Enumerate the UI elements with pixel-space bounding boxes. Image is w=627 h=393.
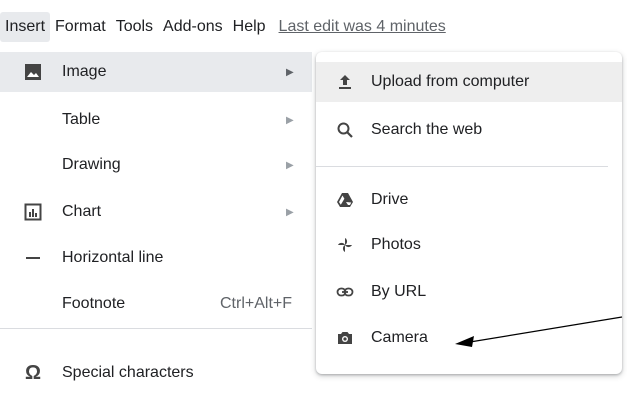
image-option-camera[interactable]: Camera	[316, 318, 622, 358]
menu-format[interactable]: Format	[50, 12, 111, 42]
insert-item-chart[interactable]: Chart ▶	[0, 192, 312, 232]
footnote-shortcut: Ctrl+Alt+F	[219, 295, 292, 312]
search-icon	[334, 119, 356, 141]
camera-icon	[334, 327, 356, 349]
menu-insert[interactable]: Insert	[0, 12, 51, 42]
image-option-label: Camera	[371, 329, 428, 346]
image-option-label: Upload from computer	[371, 73, 530, 90]
insert-item-image[interactable]: Image ▶	[0, 52, 312, 92]
submenu-arrow-icon: ▶	[286, 206, 294, 218]
link-icon	[334, 281, 356, 303]
horizontal-line-icon	[22, 247, 44, 269]
image-option-by-url[interactable]: By URL	[316, 272, 622, 312]
insert-item-label: Horizontal line	[62, 249, 164, 266]
submenu-arrow-icon: ▶	[286, 114, 294, 126]
omega-icon: Ω	[24, 361, 42, 384]
image-option-search-web[interactable]: Search the web	[316, 110, 622, 150]
insert-item-drawing[interactable]: Drawing ▶	[0, 145, 312, 185]
insert-item-label: Special characters	[62, 364, 194, 381]
insert-menu: Image ▶ Table ▶ Drawing ▶ Chart ▶ Horizo…	[0, 48, 312, 392]
insert-item-label: Table	[62, 111, 101, 128]
menu-divider	[0, 328, 312, 329]
submenu-arrow-icon: ▶	[286, 66, 294, 78]
insert-item-label: Chart	[62, 203, 102, 220]
chart-icon	[22, 201, 44, 223]
menu-help[interactable]: Help	[228, 12, 271, 42]
submenu-divider	[316, 166, 608, 167]
image-option-label: Drive	[371, 191, 409, 208]
image-option-label: By URL	[371, 283, 427, 300]
insert-item-horizontal-line[interactable]: Horizontal line	[0, 238, 312, 278]
menu-tools[interactable]: Tools	[111, 12, 158, 42]
last-edit-link[interactable]: Last edit was 4 minutes	[271, 18, 446, 36]
image-option-label: Search the web	[371, 121, 483, 138]
insert-item-footnote[interactable]: Footnote Ctrl+Alt+F	[0, 284, 312, 324]
insert-item-label: Drawing	[62, 156, 121, 173]
drive-icon	[334, 189, 356, 211]
image-option-label: Photos	[371, 236, 421, 253]
photos-icon	[334, 234, 356, 256]
upload-icon	[334, 71, 356, 93]
top-cropped-strip	[0, 0, 627, 8]
menu-add-ons[interactable]: Add-ons	[158, 12, 228, 42]
image-option-photos[interactable]: Photos	[316, 225, 622, 265]
image-submenu: Upload from computer Search the web Driv…	[316, 52, 622, 374]
image-option-drive[interactable]: Drive	[316, 180, 622, 220]
insert-item-table[interactable]: Table ▶	[0, 100, 312, 140]
insert-item-label: Image	[62, 63, 107, 80]
submenu-arrow-icon: ▶	[286, 159, 294, 171]
image-option-upload[interactable]: Upload from computer	[316, 62, 622, 102]
insert-item-label: Footnote	[62, 295, 126, 312]
image-icon	[22, 61, 44, 83]
menu-bar: Insert Format Tools Add-ons Help Last ed…	[0, 12, 627, 42]
insert-item-special-characters[interactable]: Ω Special characters	[0, 353, 312, 393]
